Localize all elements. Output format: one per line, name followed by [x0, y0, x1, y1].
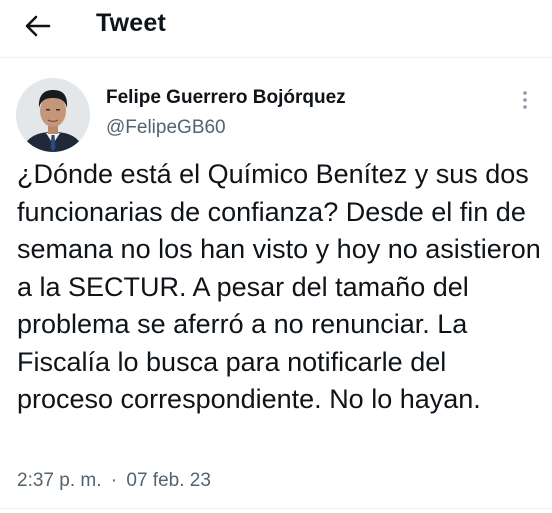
- tweet-text: ¿Dónde está el Químico Benítez y sus dos…: [17, 159, 541, 414]
- author-name[interactable]: Felipe Guerrero Bojórquez: [106, 87, 346, 109]
- divider: [0, 508, 552, 509]
- author-handle[interactable]: @FelipeGB60: [106, 117, 226, 139]
- page-title: Tweet: [96, 9, 166, 37]
- arrow-left-icon: [25, 15, 51, 37]
- tweet-time: 2:37 p. m.: [17, 470, 102, 491]
- more-vertical-icon: [523, 91, 527, 109]
- more-options-button[interactable]: [511, 86, 539, 114]
- tweet-timestamp[interactable]: 2:37 p. m. · 07 feb. 23: [17, 470, 215, 492]
- avatar[interactable]: [16, 78, 90, 152]
- meta-separator: ·: [110, 470, 118, 491]
- back-button[interactable]: [16, 8, 60, 44]
- top-bar: Tweet: [0, 0, 552, 58]
- avatar-image: [16, 78, 90, 152]
- tweet-date: 07 feb. 23: [126, 470, 211, 491]
